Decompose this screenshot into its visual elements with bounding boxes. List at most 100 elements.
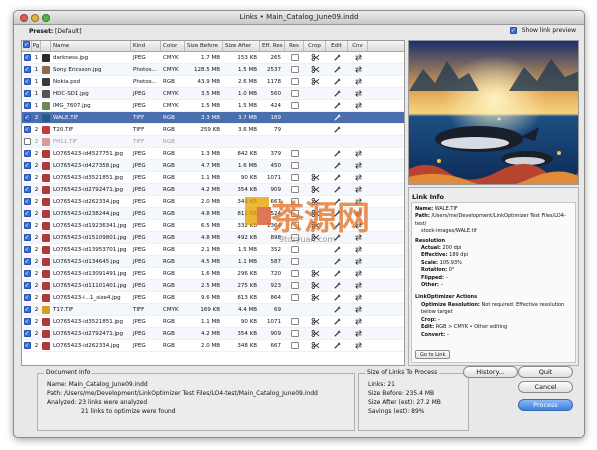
table-row[interactable]: ✓ 2 LO765423-id13091491.jpg JPEG RGB 1.6 MB 29… xyxy=(22,268,404,280)
row-convert-cell[interactable] xyxy=(348,329,368,338)
row-edit-cell[interactable] xyxy=(326,317,348,326)
row-checkbox-cell[interactable]: ✓ xyxy=(22,282,32,289)
row-edit-cell[interactable] xyxy=(326,293,348,302)
row-edit-cell[interactable] xyxy=(326,341,348,350)
row-res-cell[interactable] xyxy=(285,282,304,289)
table-row[interactable]: ✓ 2 T20.TIF TIFF RGB 259 KB 3.6 MB 79 xyxy=(22,124,404,136)
row-res-cell[interactable] xyxy=(285,90,304,97)
column-header-pg[interactable]: Pg xyxy=(32,41,41,51)
row-convert-cell[interactable] xyxy=(348,305,368,314)
row-checkbox-cell[interactable]: ✓ xyxy=(22,102,32,109)
table-row[interactable]: ✓ 2 LO765423-id3521851.jpg JPEG RGB 1.1 MB 90 … xyxy=(22,172,404,184)
row-res-cell[interactable] xyxy=(285,66,304,73)
row-checkbox-cell[interactable]: ✓ xyxy=(22,246,32,253)
row-res-cell[interactable] xyxy=(285,318,304,325)
row-res-cell[interactable] xyxy=(285,162,304,169)
table-row[interactable]: ✓ 2 LO765423-id3521851.jpg JPEG RGB 1.1 MB 90 … xyxy=(22,316,404,328)
show-preview-checkbox[interactable]: ✓ xyxy=(509,27,517,34)
row-res-cell[interactable] xyxy=(285,78,304,85)
row-edit-cell[interactable] xyxy=(326,53,348,62)
row-convert-cell[interactable] xyxy=(348,173,368,182)
column-header-size-after[interactable]: Size After xyxy=(223,41,260,51)
table-row[interactable]: ✓ 1 Nokia.psd Photos... RGB 43.9 MB 2.6 MB 1178 xyxy=(22,76,404,88)
table-row[interactable]: ✓ 2 LO765423-id4527751.jpg JPEG RGB 1.3 MB 842… xyxy=(22,148,404,160)
table-row[interactable]: ✓ 2 T17.TIF TIFF CMYK 169 KB 4.4 MB 69 xyxy=(22,304,404,316)
row-checkbox[interactable]: ✓ xyxy=(23,330,31,337)
row-res-cell[interactable] xyxy=(285,258,304,265)
row-checkbox[interactable]: ✓ xyxy=(23,186,31,193)
row-checkbox[interactable]: ✓ xyxy=(23,258,31,265)
table-row[interactable]: ✓ 2 LO765423-id427358.jpg JPEG RGB 4.7 MB 1.6 … xyxy=(22,160,404,172)
row-convert-cell[interactable] xyxy=(348,149,368,158)
process-button[interactable]: Process xyxy=(518,399,573,411)
select-all-checkbox[interactable]: ✓ xyxy=(23,41,30,48)
table-row[interactable]: ✓ 1 Sony Ericsson.jpg Photos... CMYK 128.5 MB… xyxy=(22,64,404,76)
row-checkbox[interactable]: ✓ xyxy=(23,318,31,325)
row-checkbox-cell[interactable]: ✓ xyxy=(22,318,32,325)
header-check[interactable]: ✓ xyxy=(22,41,32,51)
row-convert-cell[interactable] xyxy=(348,293,368,302)
column-header-cnv[interactable]: Cnv xyxy=(348,41,368,51)
row-crop-cell[interactable] xyxy=(304,317,326,326)
column-header-color[interactable]: Color xyxy=(161,41,185,51)
row-edit-cell[interactable] xyxy=(326,149,348,158)
row-checkbox-cell[interactable]: ✓ xyxy=(22,222,32,229)
row-edit-cell[interactable] xyxy=(326,245,348,254)
title-bar[interactable]: Links • Main_Catalog_June09.indd xyxy=(14,11,584,25)
row-checkbox-cell[interactable]: ✓ xyxy=(22,66,32,73)
row-checkbox[interactable]: ✓ xyxy=(23,246,31,253)
row-checkbox-cell[interactable]: ✓ xyxy=(22,330,32,337)
row-crop-cell[interactable] xyxy=(304,281,326,290)
preset-dropdown[interactable]: [Default] xyxy=(55,28,82,35)
row-edit-cell[interactable] xyxy=(326,281,348,290)
column-header-edit[interactable]: Edit xyxy=(326,41,348,51)
table-row[interactable]: ✓ 2 LO765423-id13953701.jpg JPEG RGB 2.1 MB 1.… xyxy=(22,244,404,256)
row-edit-cell[interactable] xyxy=(326,65,348,74)
column-header-name[interactable]: Name xyxy=(51,41,131,51)
row-edit-cell[interactable] xyxy=(326,89,348,98)
row-checkbox-cell[interactable]: ✓ xyxy=(22,78,32,85)
quit-button[interactable]: Quit xyxy=(518,366,573,378)
row-convert-cell[interactable] xyxy=(348,65,368,74)
table-row[interactable]: ✓ 1 HDC-SD1.jpg JPEG CMYK 3.5 MB 1.0 MB 560 xyxy=(22,88,404,100)
row-edit-cell[interactable] xyxy=(326,173,348,182)
row-checkbox-cell[interactable]: ✓ xyxy=(22,270,32,277)
row-crop-cell[interactable] xyxy=(304,269,326,278)
row-res-cell[interactable] xyxy=(285,294,304,301)
row-crop-cell[interactable] xyxy=(304,173,326,182)
row-checkbox[interactable]: ✓ xyxy=(23,270,31,277)
row-checkbox-cell[interactable]: ✓ xyxy=(22,126,32,133)
row-convert-cell[interactable] xyxy=(348,89,368,98)
row-crop-cell[interactable] xyxy=(304,293,326,302)
row-edit-cell[interactable] xyxy=(326,305,348,314)
row-convert-cell[interactable] xyxy=(348,77,368,86)
row-checkbox-cell[interactable]: ✓ xyxy=(22,234,32,241)
row-convert-cell[interactable] xyxy=(348,281,368,290)
row-checkbox-cell[interactable]: ✓ xyxy=(22,198,32,205)
row-convert-cell[interactable] xyxy=(348,161,368,170)
history-button[interactable]: History... xyxy=(463,366,518,378)
table-row[interactable]: 2 FH11.TIF TIFF RGB xyxy=(22,136,404,148)
table-row[interactable]: ✓ 2 LO765423-i...1_size4.jpg JPEG RGB 9.6 MB 8… xyxy=(22,292,404,304)
row-res-cell[interactable] xyxy=(285,102,304,109)
row-checkbox-cell[interactable]: ✓ xyxy=(22,162,32,169)
row-checkbox-cell[interactable]: ✓ xyxy=(22,294,32,301)
row-res-cell[interactable] xyxy=(285,54,304,61)
row-crop-cell[interactable] xyxy=(304,65,326,74)
row-checkbox[interactable]: ✓ xyxy=(23,150,31,157)
row-checkbox[interactable]: ✓ xyxy=(23,342,31,349)
table-row[interactable]: ✓ 1 darkness.jpg JPEG CMYK 1.7 MB 153 KB 265 xyxy=(22,52,404,64)
row-edit-cell[interactable] xyxy=(326,101,348,110)
go-to-link-button[interactable]: Go to Link xyxy=(415,350,451,359)
table-row[interactable]: ✓ 2 WALE.TIF TIFF RGB 3.3 MB 3.7 MB 189 xyxy=(22,112,404,124)
row-convert-cell[interactable] xyxy=(348,257,368,266)
row-checkbox[interactable]: ✓ xyxy=(23,174,31,181)
row-checkbox[interactable]: ✓ xyxy=(23,90,31,97)
row-checkbox[interactable]: ✓ xyxy=(23,126,31,133)
column-header-size-before[interactable]: Size Before xyxy=(185,41,223,51)
row-checkbox-cell[interactable]: ✓ xyxy=(22,186,32,193)
row-checkbox[interactable] xyxy=(23,138,31,145)
row-crop-cell[interactable] xyxy=(304,77,326,86)
row-crop-cell[interactable] xyxy=(304,329,326,338)
row-edit-cell[interactable] xyxy=(326,113,348,122)
